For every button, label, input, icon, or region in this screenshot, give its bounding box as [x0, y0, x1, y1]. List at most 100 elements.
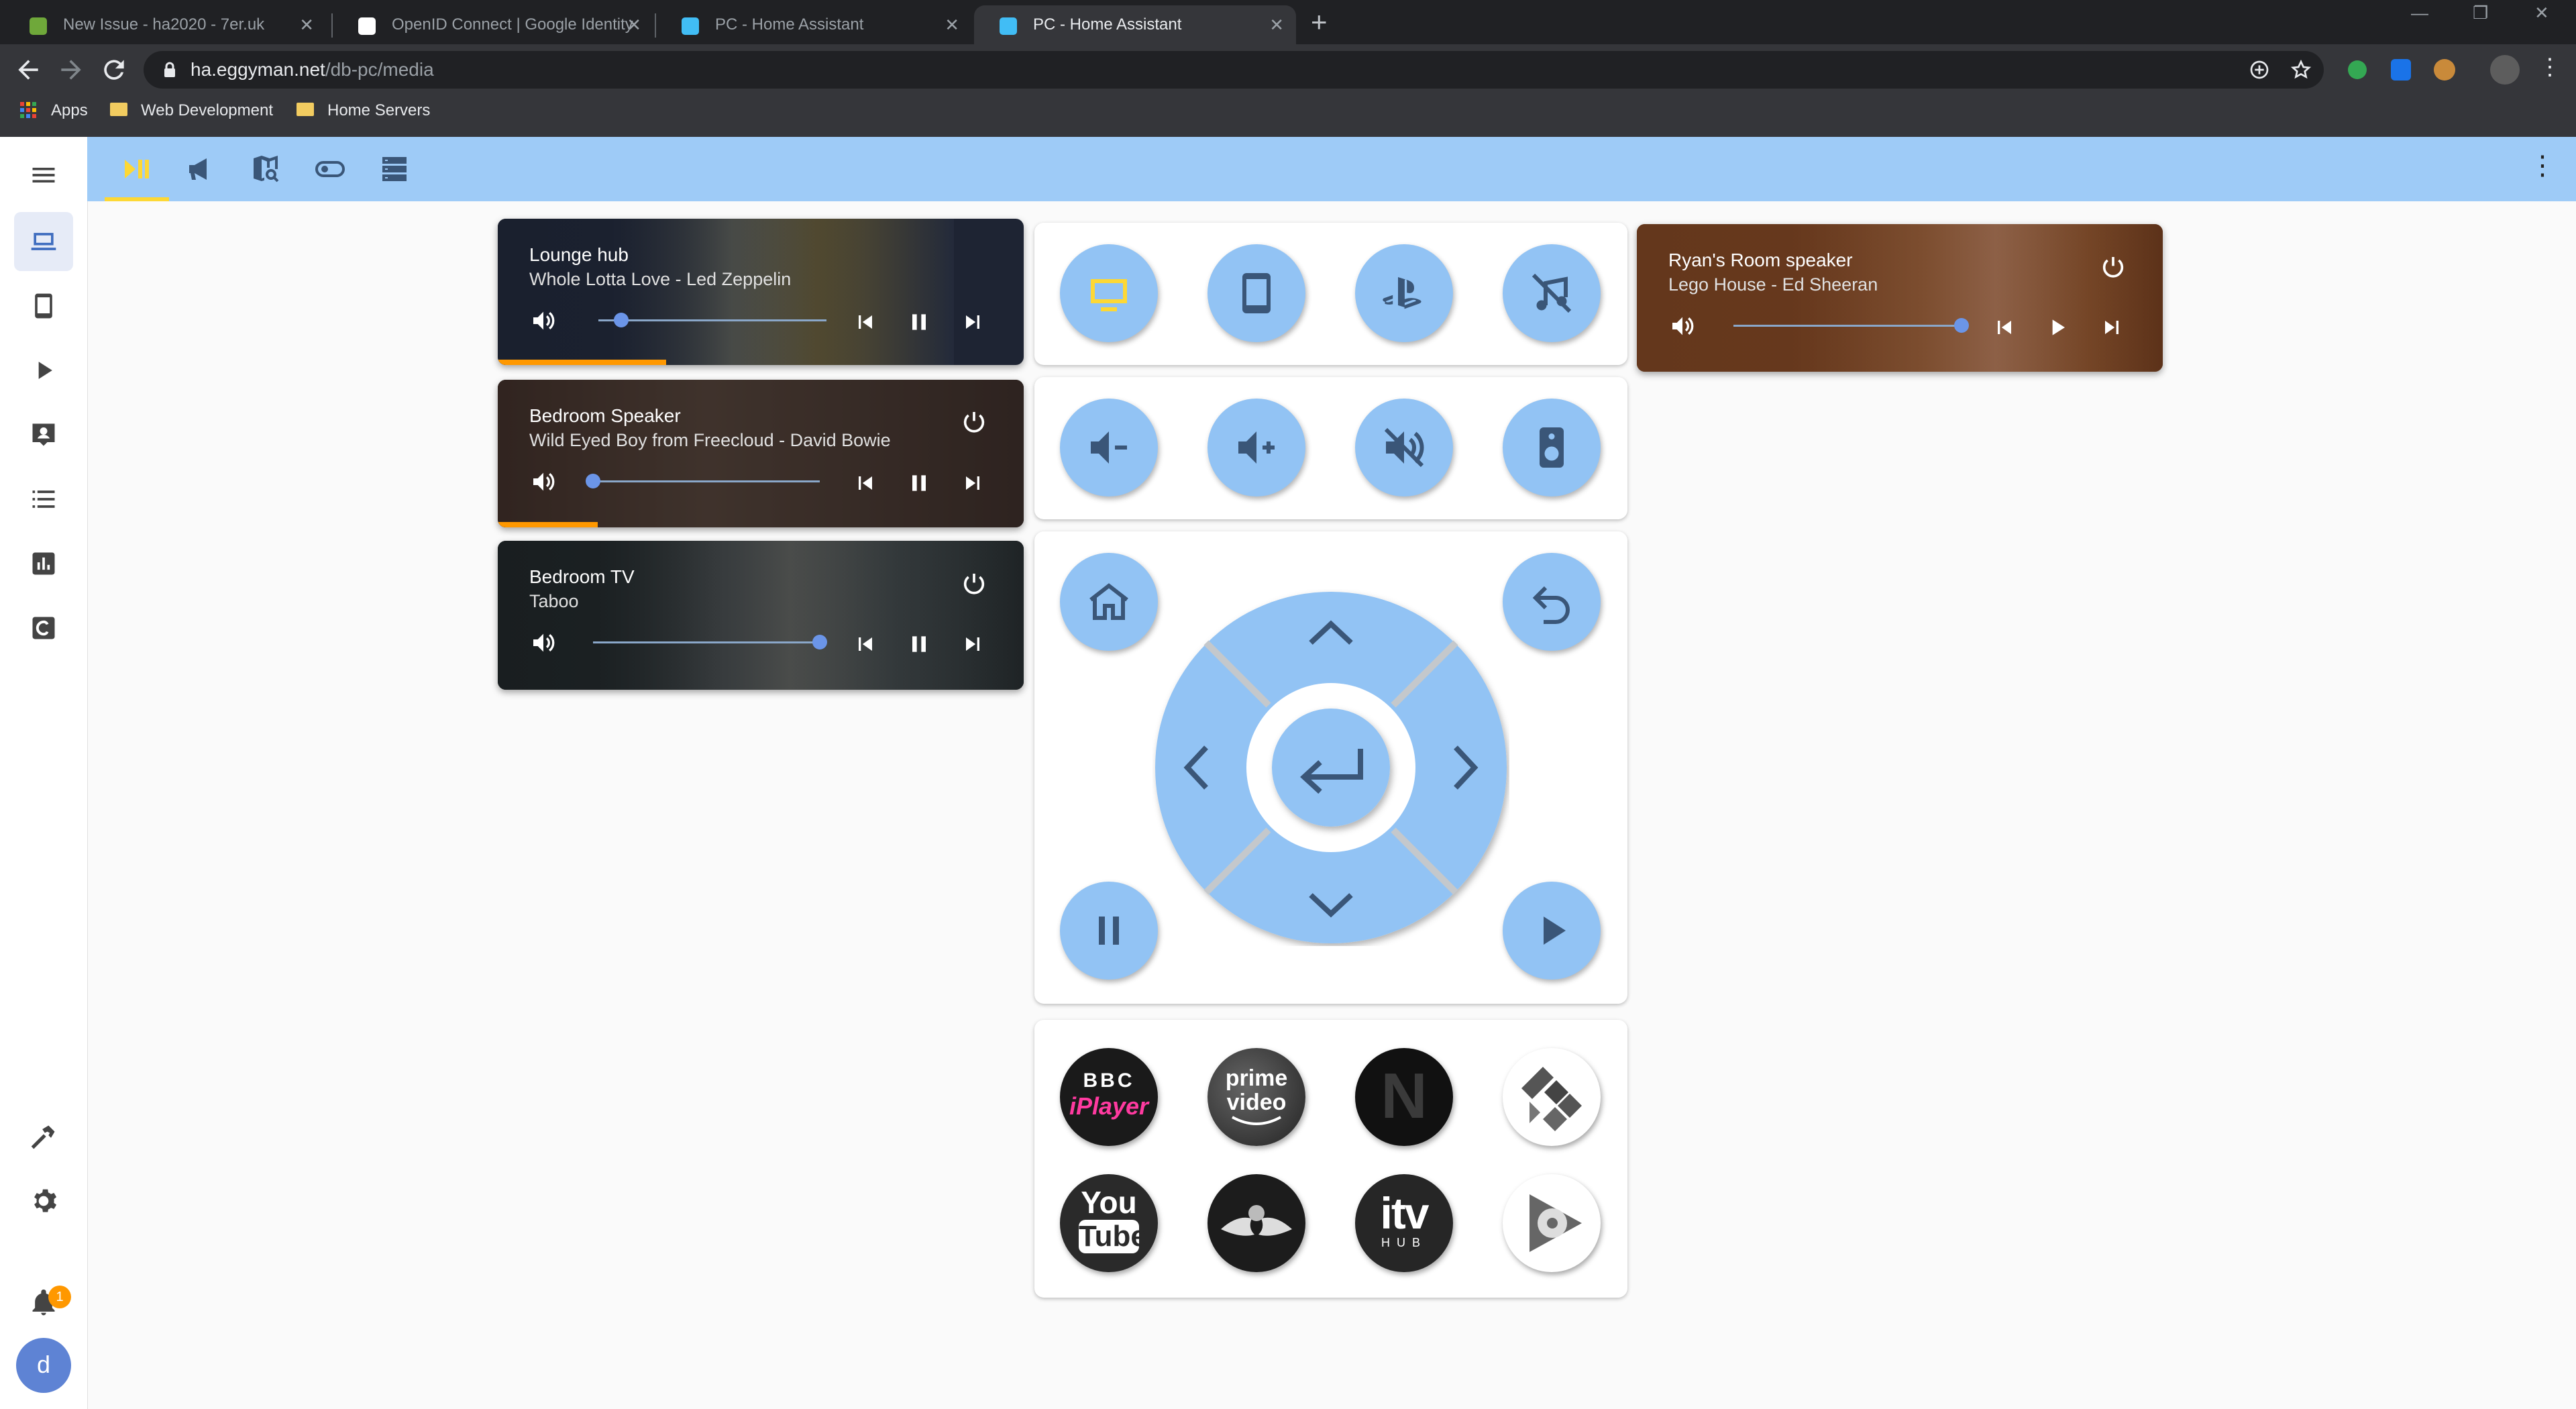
mute-button[interactable]	[1355, 399, 1453, 497]
browser-tab-1[interactable]: New Issue - ha2020 - 7er.uk ✕	[4, 5, 326, 44]
browser-menu-icon[interactable]: ⋮	[2538, 54, 2561, 81]
pause-icon[interactable]	[906, 309, 932, 335]
sidebar-item-settings[interactable]	[14, 1171, 73, 1231]
volume-slider[interactable]	[593, 480, 820, 482]
browser-tab-2[interactable]: OpenID Connect | Google Identity ✕	[333, 5, 653, 44]
list-icon	[32, 490, 55, 508]
pause-icon[interactable]	[906, 470, 932, 497]
sidebar-item-history[interactable]	[14, 534, 73, 593]
close-tab-icon[interactable]: ✕	[945, 5, 959, 44]
sidebar-item-config-c[interactable]	[14, 598, 73, 658]
volume-knob[interactable]	[1954, 318, 1969, 333]
back-icon[interactable]	[13, 55, 43, 85]
home-button[interactable]	[1060, 553, 1158, 651]
volume-knob[interactable]	[812, 635, 827, 649]
extension-orange-icon[interactable]	[2434, 59, 2455, 81]
sidebar-item-developer-tools[interactable]	[14, 1107, 73, 1166]
play-button[interactable]	[1503, 882, 1601, 980]
speaker-button[interactable]	[1503, 399, 1601, 497]
netflix-app-button[interactable]: N	[1355, 1048, 1453, 1146]
tab-servers[interactable]	[362, 137, 427, 201]
tv-source-button[interactable]	[1060, 244, 1158, 342]
sidebar-item-pc[interactable]	[14, 212, 73, 271]
youtube-app-button[interactable]: You Tube	[1060, 1174, 1158, 1272]
volume-slider[interactable]	[598, 319, 826, 321]
bbc-iplayer-app-button[interactable]: BBC iPlayer	[1060, 1048, 1158, 1146]
browser-tab-3[interactable]: PC - Home Assistant ✕	[656, 5, 971, 44]
power-icon[interactable]	[961, 570, 987, 597]
red-bull-tv-app-button[interactable]	[1208, 1174, 1305, 1272]
sidebar-item-mobile[interactable]	[14, 276, 73, 335]
next-track-icon[interactable]	[959, 631, 986, 658]
close-window-button[interactable]: ✕	[2534, 3, 2549, 23]
browser-tab-4-active[interactable]: PC - Home Assistant ✕	[974, 5, 1296, 44]
volume-icon[interactable]	[530, 307, 557, 334]
reload-icon[interactable]	[99, 55, 129, 85]
restore-window-button[interactable]: ❐	[2473, 3, 2488, 23]
volume-icon[interactable]	[530, 468, 557, 495]
power-icon[interactable]	[961, 409, 987, 435]
map-search-icon	[254, 156, 279, 182]
google-play-music-app-button[interactable]	[1503, 1174, 1601, 1272]
tab-toggles[interactable]	[298, 137, 362, 201]
extension-green-icon[interactable]	[2348, 60, 2367, 79]
volume-icon[interactable]	[530, 629, 557, 656]
pause-button[interactable]	[1060, 882, 1158, 980]
install-app-icon[interactable]	[2249, 59, 2270, 81]
next-track-icon[interactable]	[2098, 314, 2125, 341]
tab-announcements[interactable]	[169, 137, 233, 201]
minimize-window-button[interactable]: —	[2411, 3, 2428, 23]
youtube-tube-text: Tube	[1079, 1220, 1147, 1253]
previous-track-icon[interactable]	[1991, 314, 2018, 341]
forward-icon[interactable]	[56, 55, 86, 85]
kodi-app-button[interactable]	[1503, 1048, 1601, 1146]
bookmark-web-development[interactable]: Web Development	[110, 95, 273, 126]
volume-down-button[interactable]	[1060, 399, 1158, 497]
sidebar-item-media[interactable]	[14, 341, 73, 400]
next-track-icon[interactable]	[959, 309, 986, 335]
tab-map[interactable]	[233, 137, 298, 201]
home-icon	[1089, 583, 1128, 620]
overflow-menu-icon[interactable]: ⋮	[2529, 150, 2556, 181]
bookmark-home-servers[interactable]: Home Servers	[297, 95, 430, 126]
card-gradient	[498, 541, 1024, 690]
itv-hub-app-button[interactable]: itv HUB	[1355, 1174, 1453, 1272]
address-bar[interactable]: ha.eggyman.net/db-pc/media	[144, 51, 2324, 89]
previous-track-icon[interactable]	[852, 470, 879, 497]
next-track-icon[interactable]	[959, 470, 986, 497]
sidebar-item-contacts[interactable]	[14, 405, 73, 464]
music-off-button[interactable]	[1503, 244, 1601, 342]
extension-bitwarden-icon[interactable]	[2391, 59, 2411, 81]
volume-knob[interactable]	[614, 313, 629, 327]
new-tab-button[interactable]: +	[1311, 7, 1328, 38]
play-icon[interactable]	[2045, 314, 2072, 341]
volume-up-button[interactable]	[1208, 399, 1305, 497]
user-avatar[interactable]: d	[16, 1338, 71, 1393]
close-tab-icon[interactable]: ✕	[1269, 5, 1284, 44]
power-icon[interactable]	[2100, 254, 2127, 280]
previous-track-icon[interactable]	[852, 309, 879, 335]
tab-media[interactable]	[105, 137, 169, 201]
volume-slider[interactable]	[593, 641, 820, 643]
back-button[interactable]	[1503, 553, 1601, 651]
gear-icon	[34, 1189, 57, 1212]
close-tab-icon[interactable]: ✕	[627, 5, 641, 44]
bookmark-star-icon[interactable]	[2290, 59, 2312, 81]
tab-title: PC - Home Assistant	[715, 15, 864, 34]
previous-track-icon[interactable]	[852, 631, 879, 658]
playstation-source-button[interactable]	[1355, 244, 1453, 342]
close-tab-icon[interactable]: ✕	[299, 5, 314, 44]
prime-video-app-button[interactable]: prime video	[1208, 1048, 1305, 1146]
volume-icon[interactable]	[1669, 313, 1696, 340]
volume-knob[interactable]	[586, 474, 600, 488]
sidebar-item-logbook[interactable]	[14, 470, 73, 529]
playback-progress-bar	[498, 360, 666, 365]
remote-control-panel	[1034, 531, 1627, 1004]
directional-pad[interactable]	[1152, 589, 1509, 946]
menu-icon[interactable]	[29, 160, 58, 190]
bookmark-apps[interactable]: Apps	[19, 95, 88, 126]
profile-avatar-icon[interactable]	[2490, 55, 2520, 85]
mobile-source-button[interactable]	[1208, 244, 1305, 342]
pause-icon[interactable]	[906, 631, 932, 658]
volume-slider[interactable]	[1733, 325, 1962, 327]
